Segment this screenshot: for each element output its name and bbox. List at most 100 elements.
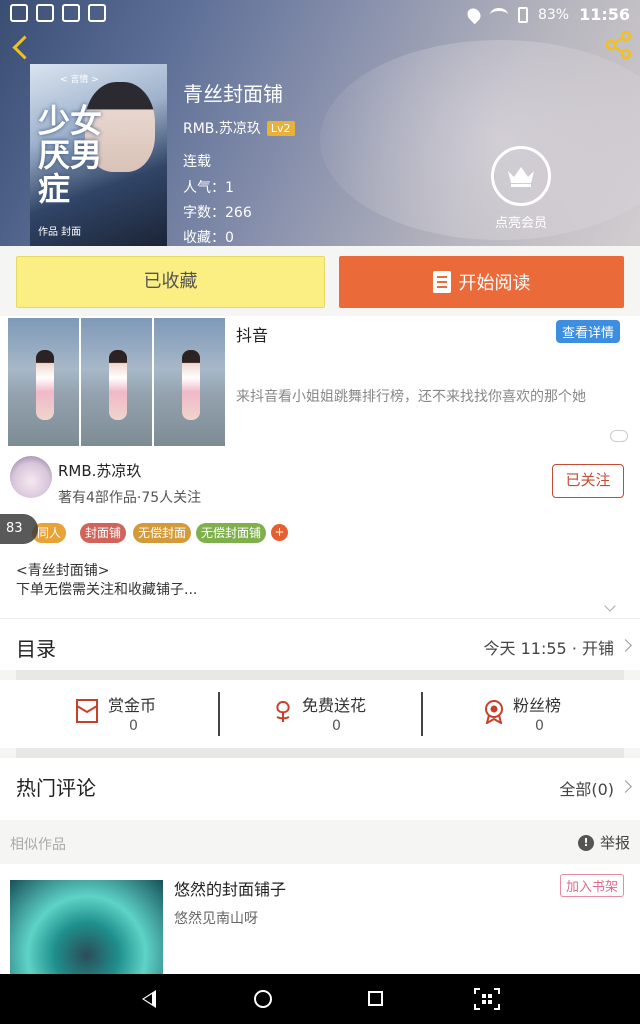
stat-value: 0 [129, 718, 138, 734]
download-icon [10, 4, 28, 22]
start-reading-button[interactable]: 开始阅读 [339, 256, 624, 308]
stat-divider [218, 692, 220, 736]
ad-close-icon[interactable] [610, 430, 628, 442]
catalog-title: 目录 [16, 637, 56, 661]
stat-label: 粉丝榜 [513, 696, 562, 715]
ad-banner[interactable]: 抖音 查看详情 来抖音看小姐姐跳舞排行榜，还不来找找你喜欢的那个她 [0, 316, 640, 452]
tag-item[interactable]: 封面铺 [80, 523, 127, 543]
stat-value: 0 [535, 718, 544, 734]
warning-icon: ! [577, 834, 594, 851]
wifi-icon [489, 7, 508, 22]
mail-icon [36, 4, 54, 22]
stat-divider [421, 692, 423, 736]
ad-image-2 [81, 318, 152, 446]
add-to-shelf-button[interactable]: 加入书架 [559, 874, 624, 897]
vip-label: 点亮会员 [494, 216, 547, 231]
book-status: 连载 [183, 154, 211, 170]
back-button[interactable] [8, 32, 34, 62]
book-header: 83% 11:56 < 言情 > 少女厌男症 作品 封面 青丝封面铺 RMB.苏… [0, 0, 640, 246]
ad-figure [182, 350, 200, 420]
cover-tag: < 言情 > [60, 75, 99, 85]
system-nav-bar [0, 974, 640, 1024]
status-bar: 83% 11:56 [0, 0, 640, 28]
stat-fans[interactable]: 粉丝榜 0 [481, 690, 640, 740]
stat-label: 免费送花 [302, 696, 367, 715]
tag-item[interactable]: 无偿封面铺 [196, 523, 267, 543]
stats-row: 赏金币 0 免费送花 0 粉丝榜 0 [0, 680, 640, 748]
ad-image-1 [8, 318, 79, 446]
similar-header: 相似作品 ! 举报 [0, 820, 640, 864]
book-author[interactable]: RMB.苏凉玖 [183, 118, 261, 138]
book-author-line[interactable]: RMB.苏凉玖 Lv2 [183, 118, 295, 138]
battery-icon [517, 6, 528, 23]
similar-label: 相似作品 [10, 837, 66, 853]
nav-home-icon[interactable] [254, 990, 272, 1008]
favorited-button[interactable]: 已收藏 [16, 256, 325, 308]
red-packet-icon [76, 699, 98, 723]
ad-detail-button[interactable]: 查看详情 [555, 320, 620, 343]
nav-recent-apps-icon[interactable] [368, 991, 383, 1006]
cover-title: 少女厌男症 [38, 102, 103, 208]
share-icon [605, 30, 632, 60]
ad-title: 抖音 [236, 326, 269, 345]
floating-percent-badge[interactable]: 83 [0, 514, 38, 544]
expand-chevron-icon[interactable] [604, 600, 616, 612]
chevron-right-icon [619, 639, 632, 652]
book-collections: 收藏：0 [183, 230, 234, 246]
divider-bar [16, 748, 624, 758]
stat-reward[interactable]: 赏金币 0 [74, 690, 274, 740]
report-button[interactable]: ! 举报 [577, 832, 630, 853]
author-name[interactable]: RMB.苏凉玖 [58, 460, 141, 481]
add-tag-button[interactable]: + [271, 524, 288, 541]
vip-button[interactable]: 点亮会员 [488, 146, 554, 231]
catalog-row[interactable]: 目录 今天 11:55 · 开铺 [0, 618, 640, 670]
app-notification-icon [88, 4, 106, 22]
intro-line-2: 下单无偿需关注和收藏铺子... [16, 582, 198, 598]
chevron-right-icon [619, 780, 632, 793]
header-background-blur [320, 40, 640, 240]
medal-icon [485, 700, 503, 724]
hot-comments-row[interactable]: 热门评论 全部(0) [0, 758, 640, 820]
catalog-latest: 今天 11:55 · 开铺 [483, 639, 614, 658]
start-reading-label: 开始阅读 [458, 273, 531, 294]
similar-book-item[interactable]: 悠然的封面铺子 悠然见南山呀 加入书架 [0, 864, 640, 974]
nav-back-icon[interactable] [142, 990, 156, 1008]
intro-line-1: <青丝封面铺> [16, 563, 110, 579]
ad-figure [109, 350, 127, 420]
book-title: 青丝封面铺 [183, 82, 283, 106]
author-level-badge: Lv2 [266, 120, 295, 136]
battery-percent: 83% [537, 6, 570, 23]
image-icon [62, 4, 80, 22]
book-intro[interactable]: <青丝封面铺> 下单无偿需关注和收藏铺子... [0, 554, 640, 618]
author-card[interactable]: RMB.苏凉玖 著有4部作品·75人关注 已关注 [0, 452, 640, 510]
screenshot-icon[interactable] [474, 988, 500, 1010]
crown-icon [508, 167, 534, 187]
book-icon [432, 271, 451, 293]
book-word-count: 字数：266 [183, 205, 252, 221]
stat-value: 0 [332, 718, 341, 734]
book-popularity: 人气：1 [183, 180, 234, 196]
tag-item[interactable]: 无偿封面 [133, 523, 192, 543]
ad-description: 来抖音看小姐姐跳舞排行榜，还不来找找你喜欢的那个她 [236, 389, 586, 405]
comments-title: 热门评论 [16, 776, 96, 800]
ad-image-3 [154, 318, 225, 446]
stat-flowers[interactable]: 免费送花 0 [270, 690, 470, 740]
avatar[interactable] [10, 456, 52, 498]
stat-label: 赏金币 [108, 696, 157, 715]
report-label: 举报 [599, 834, 630, 852]
similar-book-title: 悠然的封面铺子 [174, 880, 287, 899]
divider-bar [16, 670, 624, 680]
book-cover[interactable]: < 言情 > 少女厌男症 作品 封面 [30, 64, 167, 246]
clock: 11:56 [579, 5, 630, 24]
similar-book-author: 悠然见南山呀 [174, 911, 258, 927]
flower-icon [276, 700, 290, 722]
follow-button[interactable]: 已关注 [552, 464, 624, 498]
location-icon [464, 5, 484, 24]
similar-book-cover[interactable] [10, 880, 163, 974]
cover-subtitle: 作品 封面 [38, 227, 82, 238]
tag-list: 同人 封面铺 无偿封面 无偿封面铺 + [0, 510, 640, 554]
comments-all[interactable]: 全部(0) [559, 776, 614, 800]
ad-figure [36, 350, 54, 420]
author-meta: 著有4部作品·75人关注 [58, 490, 202, 506]
share-button[interactable] [604, 30, 634, 60]
